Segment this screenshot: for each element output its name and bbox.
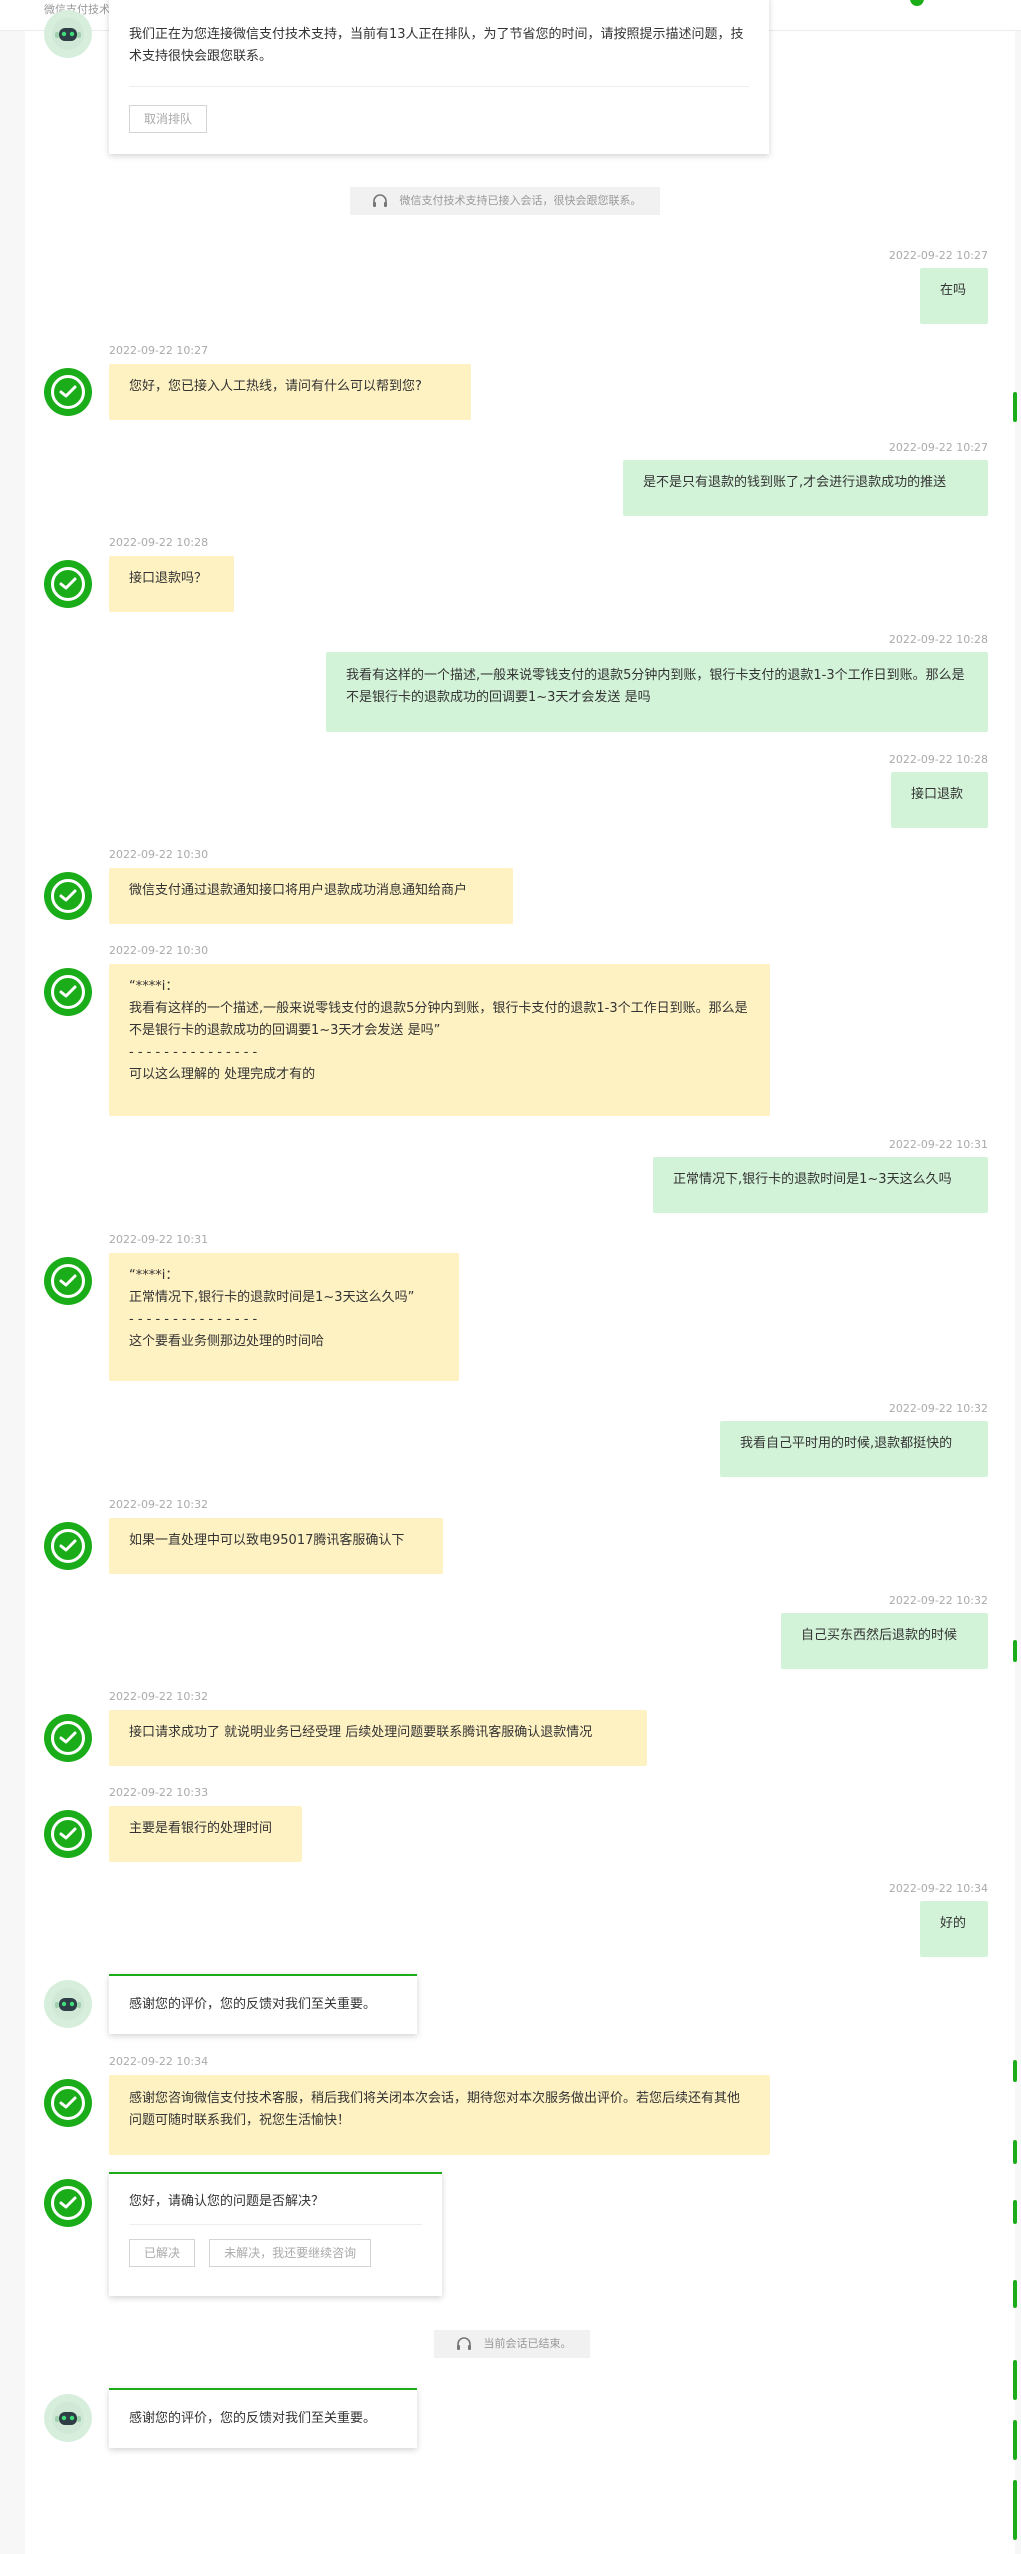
scroll-marker — [1013, 2360, 1017, 2400]
wechat-pay-icon — [51, 1721, 85, 1755]
agent-avatar — [44, 2179, 92, 2227]
user-message: 我看有这样的一个描述,一般来说零钱支付的退款5分钟内到账，银行卡支付的退款1-3… — [326, 652, 988, 732]
robot-icon — [52, 1988, 84, 2020]
message-time: 2022-09-22 10:28 — [888, 753, 988, 766]
message-time: 2022-09-22 10:31 — [109, 1233, 209, 1246]
bot-avatar — [44, 10, 92, 58]
user-message: 接口退款 — [891, 772, 988, 828]
message-time: 2022-09-22 10:32 — [109, 1498, 209, 1511]
agent-message: 感谢您咨询微信支付技术客服，稍后我们将关闭本次会话，期待您对本次服务做出评价。若… — [109, 2075, 770, 2155]
user-message: 正常情况下,银行卡的退款时间是1~3天这么久吗 — [653, 1157, 988, 1213]
scroll-marker — [1013, 2200, 1017, 2224]
online-status-dot — [910, 0, 924, 6]
resolve-card: 您好，请确认您的问题是否解决？ 已解决 未解决，我还要继续咨询 — [109, 2172, 442, 2296]
agent-message: 接口请求成功了 就说明业务已经受理 后续处理问题要联系腾讯客服确认退款情况 — [109, 1710, 647, 1766]
wechat-pay-icon — [51, 2186, 85, 2220]
message-time: 2022-09-22 10:27 — [888, 249, 988, 262]
wechat-pay-icon — [51, 1529, 85, 1563]
cancel-queue-button[interactable]: 取消排队 — [129, 105, 208, 133]
agent-quote-message: “****i： 正常情况下,银行卡的退款时间是1~3天这么久吗” - - - -… — [109, 1253, 459, 1381]
user-message: 好的 — [920, 1901, 988, 1957]
agent-avatar — [44, 368, 92, 416]
wechat-pay-icon — [51, 375, 85, 409]
message-time: 2022-09-22 10:32 — [888, 1594, 988, 1607]
scroll-marker — [1013, 2140, 1017, 2164]
message-time: 2022-09-22 10:28 — [109, 536, 209, 549]
message-time: 2022-09-22 10:32 — [109, 1690, 209, 1703]
user-message: 我看自己平时用的时候,退款都挺快的 — [720, 1421, 988, 1477]
message-time: 2022-09-22 10:28 — [888, 633, 988, 646]
agent-avatar — [44, 1522, 92, 1570]
agent-message: 您好，您已接入人工热线，请问有什么可以帮到您? — [109, 364, 471, 420]
message-time: 2022-09-22 10:34 — [888, 1882, 988, 1895]
scroll-marker — [1013, 2060, 1017, 2082]
wechat-pay-icon — [51, 567, 85, 601]
feedback-thanks-text: 感谢您的评价，您的反馈对我们至关重要。 — [129, 1997, 377, 2012]
wechat-pay-icon — [51, 1817, 85, 1851]
user-message: 是不是只有退款的钱到账了,才会进行退款成功的推送 — [623, 460, 988, 516]
wechat-pay-icon — [51, 975, 85, 1009]
chat-window: 微信支付技术支持，竭诚为您服务 我们正在为您连接微信支付技术支持，当前有13人正… — [0, 0, 1021, 2554]
agent-message: 接口退款吗？ — [109, 556, 234, 612]
message-time: 2022-09-22 10:33 — [109, 1786, 209, 1799]
headset-icon — [373, 194, 387, 207]
bot-avatar — [44, 1980, 92, 2028]
agent-message: 如果一直处理中可以致电95017腾讯客服确认下 — [109, 1518, 443, 1574]
user-message: 自己买东西然后退款的时候 — [781, 1613, 988, 1669]
scroll-marker — [1013, 2480, 1017, 2540]
queue-card: 我们正在为您连接微信支付技术支持，当前有13人正在排队，为了节省您的时间，请按照… — [109, 0, 769, 154]
scroll-marker — [1013, 2420, 1017, 2460]
wechat-pay-icon — [51, 1264, 85, 1298]
message-time: 2022-09-22 10:27 — [109, 344, 209, 357]
system-notice-text: 当前会话已结束。 — [483, 2337, 572, 2350]
message-time: 2022-09-22 10:30 — [109, 848, 209, 861]
message-time: 2022-09-22 10:34 — [109, 2055, 209, 2068]
resolve-question: 您好，请确认您的问题是否解决？ — [129, 2194, 325, 2209]
agent-message: 主要是看银行的处理时间 — [109, 1806, 302, 1862]
system-notice: 微信支付技术支持已接入会话，很快会跟您联系。 — [350, 187, 660, 215]
agent-message: 微信支付通过退款通知接口将用户退款成功消息通知给商户 — [109, 868, 513, 924]
message-time: 2022-09-22 10:30 — [109, 944, 209, 957]
resolved-button[interactable]: 已解决 — [129, 2239, 196, 2267]
agent-avatar — [44, 1810, 92, 1858]
robot-icon — [52, 2402, 84, 2434]
message-time: 2022-09-22 10:27 — [888, 441, 988, 454]
feedback-thanks-card: 感谢您的评价，您的反馈对我们至关重要。 — [109, 2388, 417, 2448]
agent-avatar — [44, 2079, 92, 2127]
scroll-marker — [1013, 2280, 1017, 2308]
message-time: 2022-09-22 10:32 — [888, 1402, 988, 1415]
wechat-pay-icon — [51, 2086, 85, 2120]
agent-avatar — [44, 1257, 92, 1305]
agent-avatar — [44, 560, 92, 608]
robot-icon — [52, 18, 84, 50]
wechat-pay-icon — [51, 879, 85, 913]
scroll-marker — [1013, 392, 1017, 422]
scroll-marker — [1013, 1640, 1017, 1662]
feedback-thanks-card: 感谢您的评价，您的反馈对我们至关重要。 — [109, 1974, 417, 2034]
message-time: 2022-09-22 10:31 — [888, 1138, 988, 1151]
bot-avatar — [44, 2394, 92, 2442]
headset-icon — [457, 2337, 471, 2350]
queue-message: 我们正在为您连接微信支付技术支持，当前有13人正在排队，为了节省您的时间，请按照… — [129, 27, 744, 64]
agent-avatar — [44, 1714, 92, 1762]
user-message: 在吗 — [920, 268, 988, 324]
feedback-thanks-text: 感谢您的评价，您的反馈对我们至关重要。 — [129, 2411, 377, 2426]
system-notice-text: 微信支付技术支持已接入会话，很快会跟您联系。 — [399, 194, 642, 207]
unresolved-button[interactable]: 未解决，我还要继续咨询 — [209, 2239, 372, 2267]
agent-avatar — [44, 872, 92, 920]
agent-avatar — [44, 968, 92, 1016]
agent-quote-message: “****i： 我看有这样的一个描述,一般来说零钱支付的退款5分钟内到账，银行卡… — [109, 964, 770, 1116]
system-notice: 当前会话已结束。 — [434, 2330, 590, 2358]
